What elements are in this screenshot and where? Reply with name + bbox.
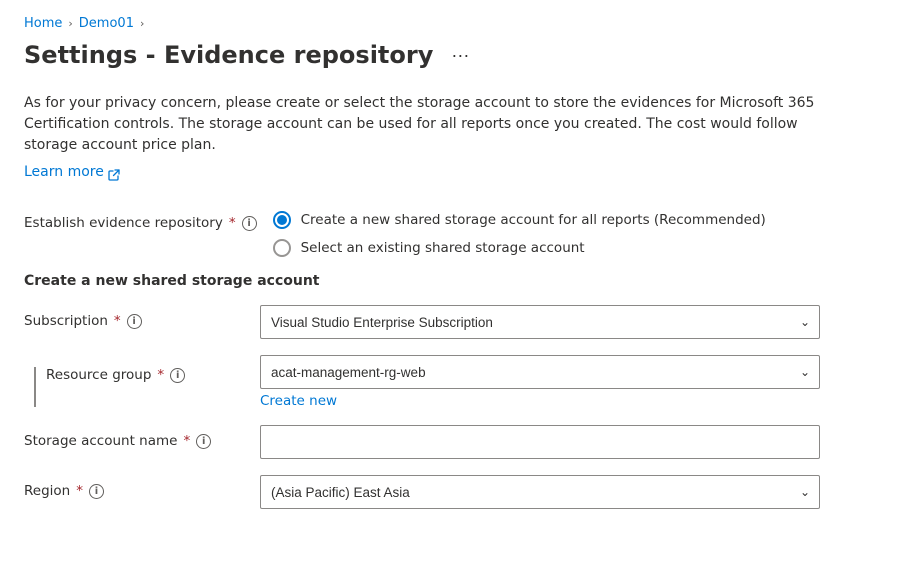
more-options-button[interactable]: ··· [445,43,475,68]
radio-select-existing-label: Select an existing shared storage accoun… [301,240,585,256]
subscription-info-icon[interactable]: i [127,314,142,329]
establish-label-text: Establish evidence repository [24,215,223,231]
resource-group-dropdown[interactable]: acat-management-rg-web [260,355,820,389]
resource-group-label: Resource group * i [46,363,185,383]
establish-info-icon[interactable]: i [242,216,257,231]
subscription-control: Visual Studio Enterprise Subscription ⌄ [260,305,820,339]
region-required-star: * [76,483,83,499]
resource-group-dropdown-wrapper: acat-management-rg-web ⌄ [260,355,820,389]
create-new-link[interactable]: Create new [260,393,820,409]
storage-account-label-text: Storage account name [24,433,177,449]
radio-create-new-label: Create a new shared storage account for … [301,212,766,228]
establish-required-star: * [229,215,236,231]
breadcrumb-demo01[interactable]: Demo01 [79,16,134,31]
storage-account-required-star: * [183,433,190,449]
region-label: Region * i [24,475,244,499]
breadcrumb: Home › Demo01 › [24,16,876,31]
external-link-icon [108,167,120,179]
region-info-icon[interactable]: i [89,484,104,499]
radio-select-existing-input[interactable] [273,239,291,257]
storage-account-info-icon[interactable]: i [196,434,211,449]
radio-create-new-input[interactable] [273,211,291,229]
radio-create-new[interactable]: Create a new shared storage account for … [273,211,876,229]
learn-more-label: Learn more [24,162,104,183]
establish-repository-row: Establish evidence repository * i Create… [24,207,876,257]
radio-group: Create a new shared storage account for … [273,207,876,257]
page-title-row: Settings - Evidence repository ··· [24,41,876,69]
resource-group-label-text: Resource group [46,367,151,383]
establish-label: Establish evidence repository * i [24,207,257,231]
storage-account-label: Storage account name * i [24,425,244,449]
subscription-dropdown[interactable]: Visual Studio Enterprise Subscription [260,305,820,339]
breadcrumb-home[interactable]: Home [24,16,62,31]
description-text: As for your privacy concern, please crea… [24,93,844,156]
resource-group-label-col: Resource group * i [24,355,244,407]
description-block: As for your privacy concern, please crea… [24,93,844,183]
form-section: Establish evidence repository * i Create… [24,207,876,509]
resource-group-info-icon[interactable]: i [170,368,185,383]
storage-account-control [260,425,820,459]
breadcrumb-separator-2: › [140,17,144,30]
indent-line [34,367,36,407]
storage-account-input[interactable] [260,425,820,459]
breadcrumb-separator-1: › [68,17,72,30]
storage-account-row: Storage account name * i [24,425,876,459]
resource-group-row: Resource group * i acat-management-rg-we… [24,355,876,409]
region-dropdown[interactable]: (Asia Pacific) East Asia [260,475,820,509]
subscription-label-text: Subscription [24,313,108,329]
resource-group-required-star: * [157,367,164,383]
resource-group-control: acat-management-rg-web ⌄ Create new [260,355,820,409]
region-dropdown-wrapper: (Asia Pacific) East Asia ⌄ [260,475,820,509]
radio-select-existing[interactable]: Select an existing shared storage accoun… [273,239,876,257]
region-label-text: Region [24,483,70,499]
subscription-required-star: * [114,313,121,329]
subsection-heading: Create a new shared storage account [24,273,876,289]
page-title: Settings - Evidence repository [24,41,433,69]
subscription-label: Subscription * i [24,305,244,329]
region-control: (Asia Pacific) East Asia ⌄ [260,475,820,509]
subscription-row: Subscription * i Visual Studio Enterpris… [24,305,876,339]
subscription-dropdown-wrapper: Visual Studio Enterprise Subscription ⌄ [260,305,820,339]
region-row: Region * i (Asia Pacific) East Asia ⌄ [24,475,876,509]
learn-more-link[interactable]: Learn more [24,162,120,183]
indent-line-wrapper: Resource group * i [24,363,244,407]
